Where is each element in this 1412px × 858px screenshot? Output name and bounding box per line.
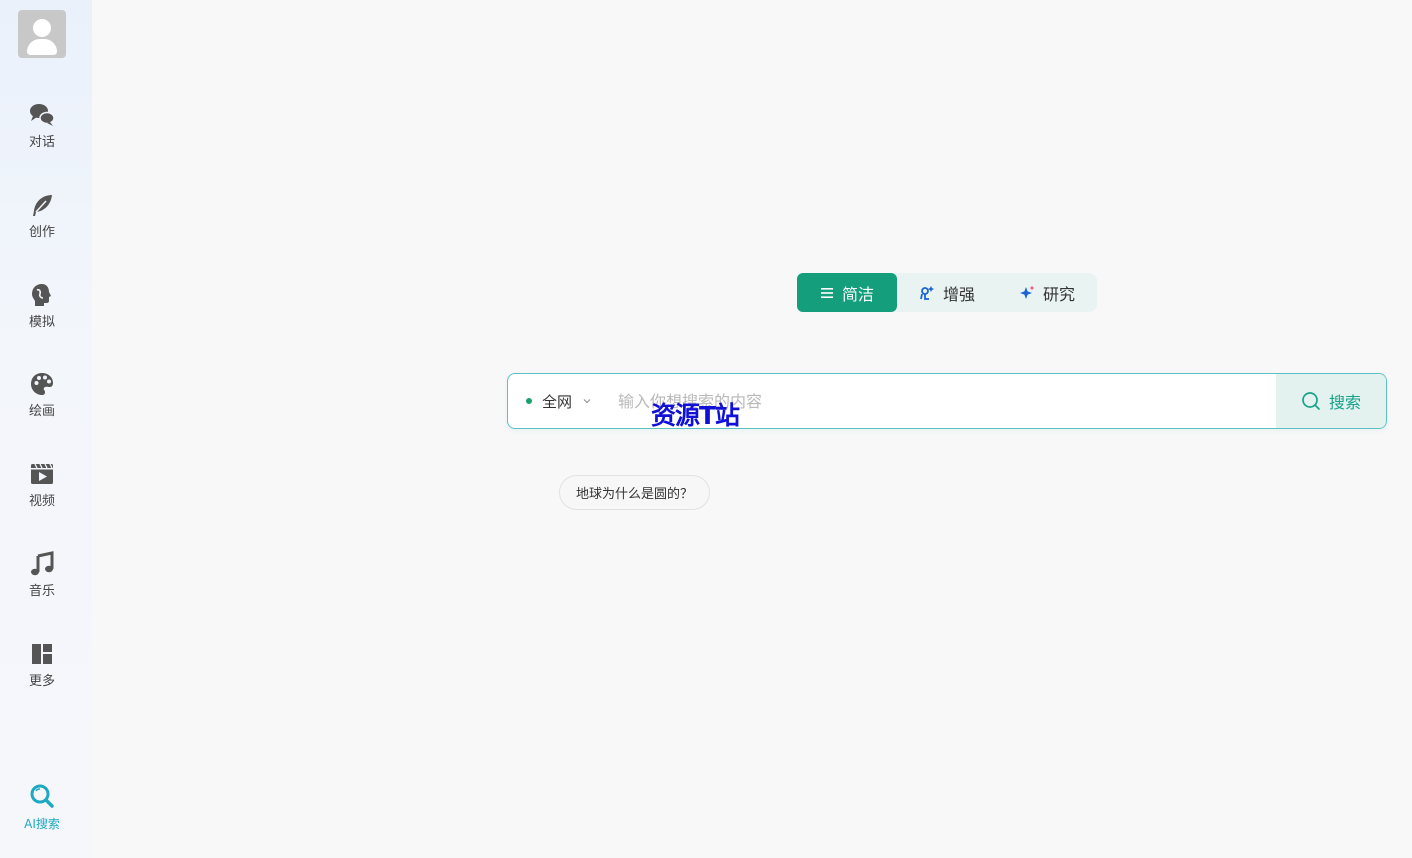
- sidebar-item-label: 音乐: [28, 584, 55, 599]
- scope-status-dot: [526, 398, 532, 404]
- search-box: 全网 搜索: [507, 373, 1387, 429]
- search-icon: [1302, 392, 1320, 410]
- tab-research[interactable]: 研究: [997, 273, 1097, 312]
- video-clapper-icon: [31, 463, 53, 484]
- sidebar-item-label: 绘画: [28, 404, 55, 419]
- scope-selector[interactable]: 全网: [526, 374, 592, 428]
- sidebar-item-simulate[interactable]: 模拟: [0, 281, 84, 351]
- search-button-label: 搜索: [1328, 393, 1361, 412]
- search-icon: [30, 784, 54, 808]
- tab-label: 简洁: [841, 284, 874, 304]
- avatar-head-shape: [33, 19, 51, 37]
- sidebar-item-label: 视频: [28, 494, 55, 509]
- avatar-body-shape: [27, 39, 57, 55]
- suggestion-chip[interactable]: 地球为什么是圆的？: [559, 475, 711, 510]
- music-note-icon: [31, 551, 54, 576]
- search-mode-tabs: 简洁 增强 研究: [797, 273, 1097, 312]
- sidebar-item-label: AI搜索: [24, 817, 60, 831]
- tab-enhanced[interactable]: 增强: [897, 273, 997, 312]
- sidebar-item-chat[interactable]: 对话: [0, 101, 84, 171]
- avatar[interactable]: [18, 10, 66, 58]
- sidebar-item-more[interactable]: 更多: [0, 640, 84, 710]
- head-profile-icon: [32, 284, 51, 306]
- sidebar-item-video[interactable]: 视频: [0, 460, 84, 530]
- grid-layout-icon: [32, 644, 52, 664]
- sidebar-item-draw[interactable]: 绘画: [0, 370, 84, 440]
- sidebar-item-create[interactable]: 创作: [0, 191, 84, 261]
- sidebar-item-label: 对话: [28, 135, 55, 150]
- scope-label: 全网: [542, 392, 573, 411]
- search-button[interactable]: 搜索: [1276, 374, 1386, 428]
- chevron-down-icon: [583, 399, 591, 404]
- tab-label: 增强: [942, 284, 975, 304]
- chat-bubbles-icon: [30, 104, 55, 126]
- sidebar-item-ai-search[interactable]: AI搜索: [0, 782, 84, 852]
- tab-label: 研究: [1042, 284, 1075, 304]
- app-root: 对话 创作 模拟 绘画 视频 音乐 更多 AI搜索 简洁 增强 研究 全网 输入…: [0, 0, 1412, 858]
- tab-concise[interactable]: 简洁: [797, 273, 897, 312]
- sidebar-item-label: 更多: [28, 674, 55, 689]
- list-icon: [820, 287, 833, 298]
- sidebar-item-music[interactable]: 音乐: [0, 550, 84, 620]
- feather-icon: [33, 195, 52, 216]
- watermark: 资源T站: [651, 401, 740, 430]
- enhance-icon: [920, 285, 934, 300]
- sparkle-icon: [1019, 285, 1035, 299]
- sidebar: 对话 创作 模拟 绘画 视频 音乐 更多 AI搜索: [0, 0, 92, 858]
- palette-icon: [31, 373, 53, 395]
- sidebar-item-label: 创作: [28, 225, 55, 240]
- sidebar-item-label: 模拟: [28, 315, 55, 330]
